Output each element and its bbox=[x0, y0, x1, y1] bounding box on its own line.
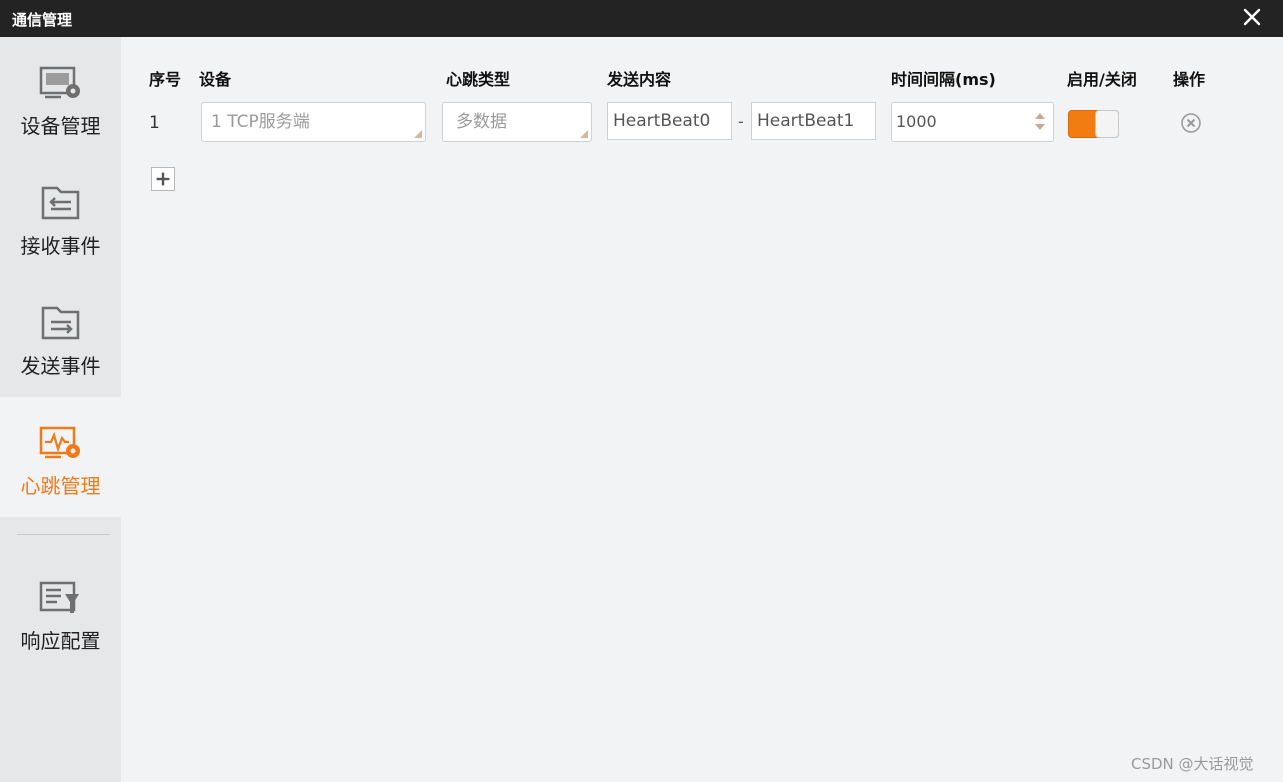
receive-event-icon bbox=[41, 186, 80, 220]
sidebar-item-device-management[interactable]: 设备管理 bbox=[0, 37, 121, 157]
sidebar-item-label: 设备管理 bbox=[20, 114, 101, 138]
window-title: 通信管理 bbox=[12, 11, 73, 29]
spin-up-icon[interactable] bbox=[1035, 113, 1045, 119]
dropdown-corner-icon bbox=[414, 130, 422, 138]
column-header-enable: 启用/关闭 bbox=[1067, 70, 1137, 89]
sidebar-item-heartbeat-management[interactable]: 心跳管理 bbox=[0, 397, 121, 517]
sidebar-item-label: 发送事件 bbox=[20, 354, 101, 378]
sidebar: 设备管理 接收事件 发送事件 心跳管理 响应配置 bbox=[0, 37, 121, 782]
title-bar: 通信管理 bbox=[0, 0, 1283, 37]
sidebar-item-send-event[interactable]: 发送事件 bbox=[0, 277, 121, 397]
heartbeat-settings-icon bbox=[39, 426, 80, 459]
heartbeat-type-value: 多数据 bbox=[456, 112, 507, 132]
add-row-button[interactable] bbox=[151, 167, 175, 191]
column-header-heartbeat-type: 心跳类型 bbox=[446, 70, 511, 89]
column-header-index: 序号 bbox=[149, 70, 182, 89]
column-header-send-content: 发送内容 bbox=[607, 70, 672, 89]
toggle-knob bbox=[1095, 110, 1119, 138]
watermark: CSDN @大话视觉 bbox=[1131, 755, 1254, 773]
interval-value: 1000 bbox=[896, 112, 937, 131]
content-end-input[interactable]: HeartBeat1 bbox=[751, 102, 876, 140]
column-header-device: 设备 bbox=[199, 70, 232, 89]
spin-down-icon[interactable] bbox=[1035, 124, 1045, 130]
sidebar-divider bbox=[17, 534, 110, 535]
enable-toggle[interactable] bbox=[1068, 110, 1119, 138]
sidebar-item-response-config[interactable]: 响应配置 bbox=[0, 552, 121, 672]
row-index: 1 bbox=[149, 113, 160, 133]
content-separator: - bbox=[738, 112, 744, 131]
heartbeat-type-select[interactable]: 多数据 bbox=[442, 102, 592, 142]
sidebar-item-label: 接收事件 bbox=[20, 234, 101, 258]
heartbeat-table: 序号 设备 心跳类型 发送内容 时间间隔(ms) 启用/关闭 操作 1 1 TC… bbox=[121, 37, 1283, 782]
delete-icon[interactable] bbox=[1180, 112, 1202, 134]
response-config-icon bbox=[39, 581, 79, 613]
heartbeat-management-window: 通信管理 设备管理 接收事件 发送事件 心跳管理 响应配置 序号 设备 心跳类型… bbox=[0, 0, 1283, 782]
interval-spinbox[interactable]: 1000 bbox=[891, 102, 1054, 142]
column-header-actions: 操作 bbox=[1173, 70, 1206, 89]
device-select-value: 1 TCP服务端 bbox=[211, 112, 310, 132]
send-event-icon bbox=[41, 306, 80, 340]
content-start-input[interactable]: HeartBeat0 bbox=[607, 102, 732, 140]
device-settings-icon bbox=[39, 66, 80, 99]
sidebar-item-receive-event[interactable]: 接收事件 bbox=[0, 157, 121, 277]
column-header-interval: 时间间隔(ms) bbox=[891, 70, 996, 89]
dropdown-corner-icon bbox=[580, 130, 588, 138]
sidebar-item-label: 心跳管理 bbox=[20, 474, 101, 498]
close-icon[interactable] bbox=[1240, 5, 1264, 29]
sidebar-item-label: 响应配置 bbox=[20, 629, 101, 653]
device-select[interactable]: 1 TCP服务端 bbox=[201, 102, 426, 142]
